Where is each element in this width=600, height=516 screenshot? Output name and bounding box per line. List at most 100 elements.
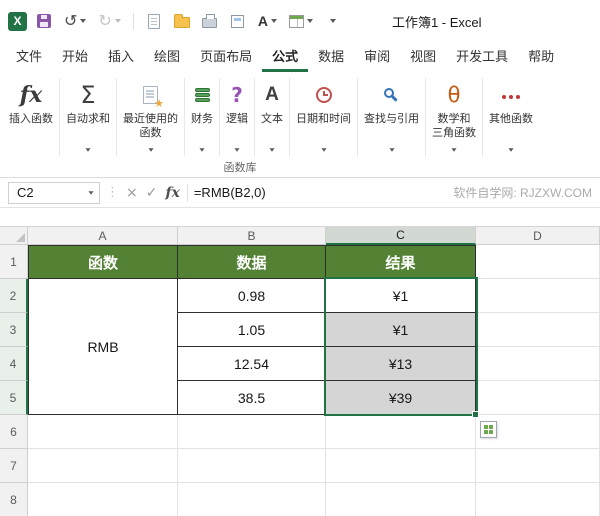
table-icon: [288, 14, 304, 28]
font-color-button[interactable]: A: [255, 8, 280, 34]
tab-view[interactable]: 视图: [400, 42, 446, 72]
tab-review[interactable]: 审阅: [354, 42, 400, 72]
chevron-down-icon: [320, 148, 327, 152]
undo-icon: ↺: [64, 11, 78, 30]
tab-page-layout[interactable]: 页面布局: [190, 42, 262, 72]
open-file-button[interactable]: [171, 8, 193, 34]
tab-home[interactable]: 开始: [52, 42, 98, 72]
cell-d4[interactable]: [476, 347, 600, 381]
quick-print-button[interactable]: [199, 8, 221, 34]
row-header-3[interactable]: 3: [0, 313, 28, 347]
table-format-button[interactable]: [286, 8, 316, 34]
row-header-8[interactable]: 8: [0, 483, 28, 516]
cell-b2[interactable]: 0.98: [178, 279, 326, 313]
more-functions-button[interactable]: 其他函数: [484, 75, 538, 157]
col-header-b[interactable]: B: [178, 227, 326, 245]
cell-b7[interactable]: [178, 449, 326, 483]
customize-qat-button[interactable]: [322, 8, 344, 34]
save-icon: [37, 14, 51, 28]
col-header-c[interactable]: C: [326, 227, 476, 245]
cell-c4[interactable]: ¥13: [326, 347, 476, 381]
financial-button[interactable]: 财务: [186, 75, 218, 157]
magnifier-icon: [384, 87, 394, 98]
save-button[interactable]: [33, 8, 55, 34]
row-header-4[interactable]: 4: [0, 347, 28, 381]
fill-handle[interactable]: [472, 411, 479, 418]
cell-c7[interactable]: [326, 449, 476, 483]
resize-handle-icon[interactable]: ⋮: [106, 185, 119, 200]
chevron-down-icon: [329, 19, 336, 23]
cell-a6[interactable]: [28, 415, 178, 449]
cell-c1[interactable]: 结果: [326, 245, 476, 279]
row-header-7[interactable]: 7: [0, 449, 28, 483]
row-header-1[interactable]: 1: [0, 245, 28, 279]
cell-d1[interactable]: [476, 245, 600, 279]
logical-button[interactable]: ? 逻辑: [221, 75, 253, 157]
cell-a1[interactable]: 函数: [28, 245, 178, 279]
math-trig-button[interactable]: θ 数学和 三角函数: [427, 75, 481, 157]
row-header-2[interactable]: 2: [0, 279, 28, 313]
tab-developer[interactable]: 开发工具: [446, 42, 518, 72]
table-dropdown-icon: [306, 19, 313, 23]
tab-help[interactable]: 帮助: [518, 42, 564, 72]
undo-button[interactable]: ↺: [61, 8, 89, 34]
group-divider: [254, 78, 255, 156]
row-header-5[interactable]: 5: [0, 381, 28, 415]
text-functions-button[interactable]: A 文本: [256, 75, 288, 157]
tab-draw[interactable]: 绘图: [144, 42, 190, 72]
tab-insert[interactable]: 插入: [98, 42, 144, 72]
toolbar-divider: [132, 13, 134, 29]
cell-a8[interactable]: [28, 483, 178, 516]
chevron-down-icon: [451, 148, 457, 152]
cell-a2-a5-merged[interactable]: RMB: [28, 279, 178, 415]
date-time-button[interactable]: 日期和时间: [291, 75, 356, 157]
formula-input[interactable]: =RMB(B2,0): [194, 185, 266, 200]
chevron-down-icon: [508, 148, 514, 152]
print-preview-icon: [231, 14, 245, 28]
confirm-icon[interactable]: ✓: [145, 185, 159, 201]
autosum-button[interactable]: Σ 自动求和: [61, 75, 115, 157]
cell-d3[interactable]: [476, 313, 600, 347]
button-label: 财务: [191, 113, 213, 125]
clock-icon: [315, 87, 332, 103]
titlebar: X ↺ ↻ A 工作簿1 - Excel: [0, 0, 600, 42]
print-preview-button[interactable]: [227, 8, 249, 34]
redo-button[interactable]: ↻: [95, 8, 123, 34]
name-box-dropdown-icon[interactable]: [88, 190, 94, 195]
cell-c8[interactable]: [326, 483, 476, 516]
cancel-icon[interactable]: ×: [125, 185, 139, 201]
cell-d2[interactable]: [476, 279, 600, 313]
cell-b1[interactable]: 数据: [178, 245, 326, 279]
insert-function-button[interactable]: fx 插入函数: [4, 75, 58, 157]
lookup-reference-button[interactable]: 查找与引用: [359, 75, 424, 157]
fill-options-icon: [484, 425, 488, 429]
cell-d5[interactable]: [476, 381, 600, 415]
new-file-button[interactable]: [143, 8, 165, 34]
recent-functions-button[interactable]: 最近使用的 函数: [118, 75, 183, 157]
tab-data[interactable]: 数据: [308, 42, 354, 72]
row-header-6[interactable]: 6: [0, 415, 28, 449]
insert-function-icon[interactable]: fx: [164, 185, 180, 201]
cell-b5[interactable]: 38.5: [178, 381, 326, 415]
cell-b8[interactable]: [178, 483, 326, 516]
cell-d7[interactable]: [476, 449, 600, 483]
grid: A B C D 1 函数 数据 结果 2 RMB 0.98 ¥1 3 1.05 …: [0, 227, 600, 516]
name-box[interactable]: C2: [8, 181, 100, 204]
cell-d8[interactable]: [476, 483, 600, 516]
cell-c6[interactable]: [326, 415, 476, 449]
tab-formulas[interactable]: 公式: [262, 42, 309, 72]
cell-c3[interactable]: ¥1: [326, 313, 476, 347]
cell-b3[interactable]: 1.05: [178, 313, 326, 347]
cell-c5[interactable]: ¥39: [326, 381, 476, 415]
auto-fill-options-button[interactable]: [480, 421, 497, 438]
select-all-corner[interactable]: [0, 227, 28, 245]
col-header-a[interactable]: A: [28, 227, 178, 245]
cell-a7[interactable]: [28, 449, 178, 483]
col-header-d[interactable]: D: [476, 227, 600, 245]
tab-file[interactable]: 文件: [6, 42, 52, 72]
cell-c2-active[interactable]: ¥1: [326, 279, 476, 313]
button-label: 三角函数: [432, 127, 476, 139]
redo-icon: ↻: [98, 11, 112, 30]
cell-b6[interactable]: [178, 415, 326, 449]
cell-b4[interactable]: 12.54: [178, 347, 326, 381]
